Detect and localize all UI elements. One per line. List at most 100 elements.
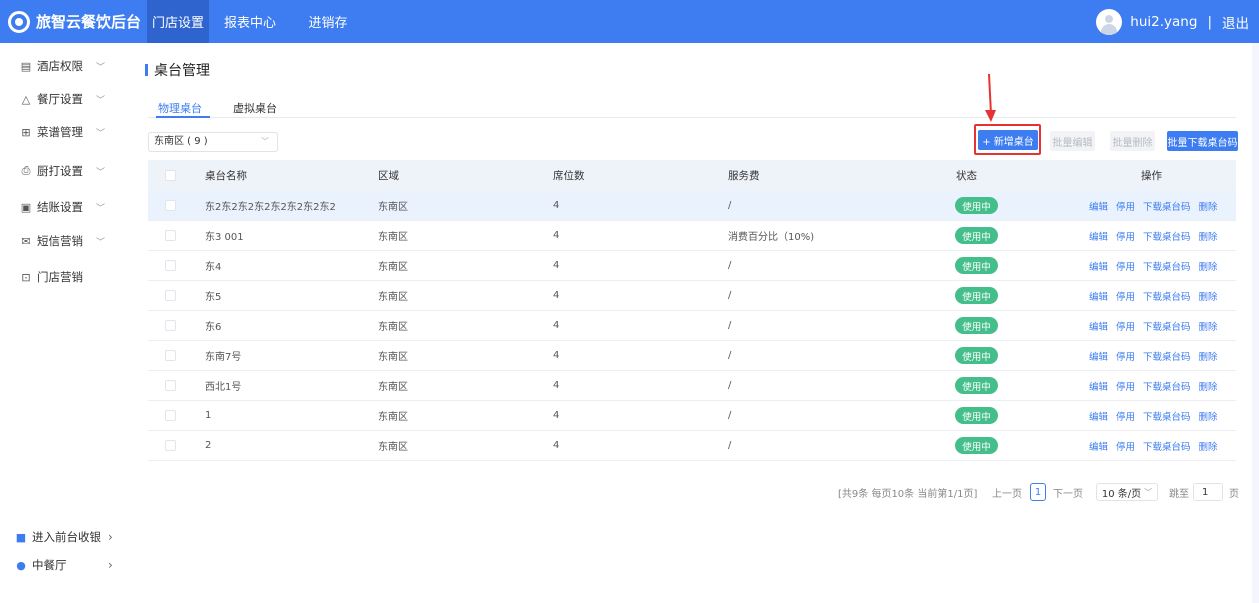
nav-report-center[interactable]: 报表中心 — [209, 0, 291, 43]
disable-link[interactable]: 停用 — [1116, 229, 1135, 243]
sidebar-item-current-restaurant[interactable]: ● 中餐厅 › — [0, 549, 130, 581]
delete-link[interactable]: 删除 — [1199, 439, 1218, 453]
logout-link[interactable]: 退出 — [1222, 12, 1249, 32]
download-qr-link[interactable]: 下载桌台码 — [1143, 409, 1191, 423]
sidebar-item-store-marketing[interactable]: ⊡ 门店营销 — [0, 261, 130, 293]
sidebar-item-kitchen-print[interactable]: ⎙ 厨打设置 ﹀ — [0, 155, 130, 187]
sidebar-item-label: 厨打设置 — [37, 164, 83, 178]
next-page-button[interactable]: 下一页 — [1053, 483, 1083, 501]
table-row: 东5 东南区 4 / 使用中 编辑 停用 下载桌台码 删除 — [148, 281, 1236, 311]
service-fee-cell: / — [728, 440, 732, 451]
service-fee-cell: / — [728, 380, 732, 391]
area-cell: 东南区 — [378, 202, 408, 213]
actions-cell: 编辑 停用 下载桌台码 删除 — [1089, 371, 1226, 400]
row-checkbox[interactable] — [165, 191, 176, 220]
table-name-cell: 东6 — [205, 322, 222, 333]
batch-delete-button[interactable]: 批量删除 — [1110, 131, 1155, 151]
edit-link[interactable]: 编辑 — [1089, 319, 1108, 333]
username[interactable]: hui2.yang — [1130, 14, 1197, 30]
col-actions: 操作 — [1141, 170, 1162, 182]
table-row: 2 东南区 4 / 使用中 编辑 停用 下载桌台码 删除 — [148, 431, 1236, 461]
disable-link[interactable]: 停用 — [1116, 319, 1135, 333]
row-checkbox[interactable] — [165, 431, 176, 460]
download-qr-link[interactable]: 下载桌台码 — [1143, 199, 1191, 213]
page-title: 桌台管理 — [145, 60, 210, 80]
delete-link[interactable]: 删除 — [1199, 349, 1218, 363]
page-size-select[interactable]: 10 条/页 ﹀ — [1096, 483, 1158, 501]
delete-link[interactable]: 删除 — [1199, 289, 1218, 303]
status-badge: 使用中 — [955, 257, 998, 274]
sidebar-item-hotel-permissions[interactable]: ▤ 酒店权限 ﹀ — [0, 50, 130, 82]
checkout-icon: ▣ — [20, 200, 32, 214]
avatar[interactable] — [1096, 8, 1123, 35]
delete-link[interactable]: 删除 — [1199, 409, 1218, 423]
disable-link[interactable]: 停用 — [1116, 199, 1135, 213]
tab-physical-tables[interactable]: 物理桌台 — [158, 100, 202, 116]
batch-download-qr-button[interactable]: 批量下载桌台码 — [1167, 131, 1238, 151]
disable-link[interactable]: 停用 — [1116, 289, 1135, 303]
row-checkbox[interactable] — [165, 281, 176, 310]
brand[interactable]: 旅智云餐饮后台 — [0, 0, 147, 43]
edit-link[interactable]: 编辑 — [1089, 349, 1108, 363]
edit-link[interactable]: 编辑 — [1089, 289, 1108, 303]
disable-link[interactable]: 停用 — [1116, 379, 1135, 393]
sidebar-item-menu-management[interactable]: ⊞ 菜谱管理 ﹀ — [0, 116, 130, 148]
row-checkbox[interactable] — [165, 371, 176, 400]
download-qr-link[interactable]: 下载桌台码 — [1143, 379, 1191, 393]
disable-link[interactable]: 停用 — [1116, 409, 1135, 423]
row-checkbox[interactable] — [165, 311, 176, 340]
row-checkbox[interactable] — [165, 341, 176, 370]
disable-link[interactable]: 停用 — [1116, 259, 1135, 273]
table-row: 1 东南区 4 / 使用中 编辑 停用 下载桌台码 删除 — [148, 401, 1236, 431]
download-qr-link[interactable]: 下载桌台码 — [1143, 229, 1191, 243]
area-select[interactable]: 东南区 ( 9 ) ﹀ — [148, 132, 278, 152]
row-checkbox[interactable] — [165, 251, 176, 280]
delete-link[interactable]: 删除 — [1199, 319, 1218, 333]
sidebar-item-checkout-settings[interactable]: ▣ 结账设置 ﹀ — [0, 191, 130, 223]
jump-input-wrap[interactable]: 1 — [1193, 483, 1223, 501]
table-row: 东3 001 东南区 4 消费百分比（10%) 使用中 编辑 停用 下载桌台码 删除 — [148, 221, 1236, 251]
disable-link[interactable]: 停用 — [1116, 349, 1135, 363]
current-page-number[interactable]: 1 — [1030, 483, 1046, 501]
add-table-button[interactable]: + 新增桌台 — [978, 130, 1038, 150]
printer-icon: ⎙ — [21, 164, 31, 177]
batch-edit-button[interactable]: 批量编辑 — [1050, 131, 1095, 151]
edit-link[interactable]: 编辑 — [1089, 229, 1108, 243]
download-qr-link[interactable]: 下载桌台码 — [1143, 259, 1191, 273]
actions-cell: 编辑 停用 下载桌台码 删除 — [1089, 281, 1226, 310]
seats-cell: 4 — [553, 230, 560, 241]
edit-link[interactable]: 编辑 — [1089, 409, 1108, 423]
disable-link[interactable]: 停用 — [1116, 439, 1135, 453]
actions-cell: 编辑 停用 下载桌台码 删除 — [1089, 401, 1226, 430]
status-badge: 使用中 — [955, 287, 998, 304]
current-page[interactable]: 1 — [1030, 483, 1046, 501]
download-qr-link[interactable]: 下载桌台码 — [1143, 439, 1191, 453]
nav-store-settings[interactable]: 门店设置 — [147, 0, 209, 43]
edit-link[interactable]: 编辑 — [1089, 439, 1108, 453]
cashier-icon: ■ — [15, 530, 27, 544]
row-checkbox[interactable] — [165, 221, 176, 250]
row-checkbox[interactable] — [165, 401, 176, 430]
sidebar-item-label: 酒店权限 — [37, 59, 83, 73]
delete-link[interactable]: 删除 — [1199, 199, 1218, 213]
download-qr-link[interactable]: 下载桌台码 — [1143, 319, 1191, 333]
sidebar-item-restaurant-settings[interactable]: △ 餐厅设置 ﹀ — [0, 83, 130, 115]
delete-link[interactable]: 删除 — [1199, 259, 1218, 273]
nav-inventory[interactable]: 进销存 — [291, 0, 365, 43]
main-nav: 门店设置 报表中心 进销存 — [147, 0, 365, 43]
edit-link[interactable]: 编辑 — [1089, 259, 1108, 273]
download-qr-link[interactable]: 下载桌台码 — [1143, 349, 1191, 363]
seats-cell: 4 — [553, 440, 560, 451]
delete-link[interactable]: 删除 — [1199, 229, 1218, 243]
edit-link[interactable]: 编辑 — [1089, 379, 1108, 393]
edit-link[interactable]: 编辑 — [1089, 199, 1108, 213]
jump-page-input[interactable]: 1 — [1193, 483, 1223, 501]
seats-cell: 4 — [553, 200, 560, 211]
prev-page-button[interactable]: 上一页 — [992, 483, 1022, 501]
download-qr-link[interactable]: 下载桌台码 — [1143, 289, 1191, 303]
select-all-checkbox[interactable] — [165, 160, 176, 191]
status-badge: 使用中 — [955, 227, 998, 244]
tab-virtual-tables[interactable]: 虚拟桌台 — [233, 100, 277, 116]
sidebar-item-sms-marketing[interactable]: ✉ 短信营销 ﹀ — [0, 225, 130, 257]
delete-link[interactable]: 删除 — [1199, 379, 1218, 393]
